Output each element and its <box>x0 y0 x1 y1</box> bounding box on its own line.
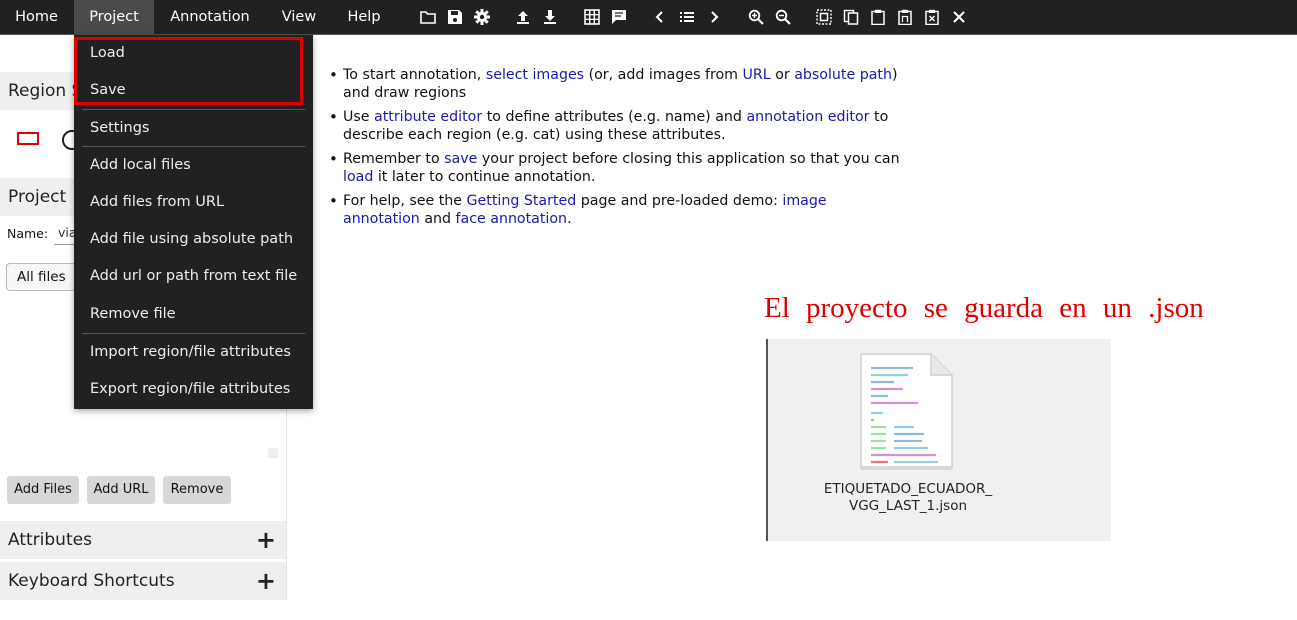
add-files-button[interactable]: Add Files <box>7 476 79 504</box>
select-images-link[interactable]: select images <box>486 67 584 83</box>
menu-project[interactable]: Project <box>74 0 154 35</box>
chevron-left-icon[interactable] <box>652 9 668 25</box>
menu-item-add-url-from-text-file[interactable]: Add url or path from text file <box>74 258 313 294</box>
help-text: and <box>424 211 452 227</box>
project-menu-dropdown: Load Save Settings Add local files Add f… <box>74 35 313 409</box>
save-icon[interactable] <box>447 9 463 25</box>
menu-home[interactable]: Home <box>0 0 73 35</box>
zoom-out-icon[interactable] <box>775 9 791 25</box>
paste-icon[interactable] <box>870 9 886 25</box>
add-url-button[interactable]: Add URL <box>87 476 155 504</box>
help-text: (or, add images from <box>588 67 738 83</box>
help-text: For help, see the <box>343 193 463 209</box>
menu-item-export-attributes[interactable]: Export region/file attributes <box>74 371 313 407</box>
download-icon[interactable] <box>542 9 558 25</box>
menu-annotation[interactable]: Annotation <box>156 0 264 35</box>
paste-special-icon[interactable] <box>897 9 913 25</box>
settings-icon[interactable] <box>474 9 490 25</box>
menu-item-add-local-files[interactable]: Add local files <box>74 147 313 183</box>
face-annotation-link[interactable]: face annotation <box>456 211 568 227</box>
url-link[interactable]: URL <box>743 67 771 83</box>
load-link[interactable]: load <box>343 169 373 185</box>
upload-icon[interactable] <box>515 9 531 25</box>
help-text: page and pre-loaded demo: <box>580 193 778 209</box>
help-text: . <box>567 211 572 227</box>
list-item: For help, see the Getting Started page a… <box>329 192 904 228</box>
keyboard-shortcuts-panel-title: Keyboard Shortcuts <box>8 571 175 591</box>
help-text: to define attributes (e.g. name) and <box>486 109 742 125</box>
rectangle-shape-icon[interactable] <box>17 132 39 145</box>
help-text: To start annotation, <box>343 67 482 83</box>
attributes-expand-icon[interactable]: + <box>256 521 276 559</box>
help-text: Remember to <box>343 151 440 167</box>
json-file-icon[interactable] <box>858 351 955 472</box>
getting-started-list: To start annotation, select images (or, … <box>329 66 904 234</box>
menu-item-import-attributes[interactable]: Import region/file attributes <box>74 334 313 370</box>
menu-item-load[interactable]: Load <box>74 35 313 71</box>
menu-help[interactable]: Help <box>334 0 394 35</box>
help-text: or <box>775 67 790 83</box>
attribute-editor-link[interactable]: attribute editor <box>374 109 482 125</box>
copy-icon[interactable] <box>843 9 859 25</box>
grid-icon[interactable] <box>584 9 600 25</box>
attributes-panel-title: Attributes <box>8 530 92 550</box>
select-all-icon[interactable] <box>816 9 832 25</box>
folder-open-icon[interactable] <box>420 9 436 25</box>
keyboard-shortcuts-panel[interactable]: Keyboard Shortcuts + <box>0 562 286 600</box>
menu-item-remove-file[interactable]: Remove file <box>74 296 313 332</box>
help-text: it later to continue annotation. <box>377 169 596 185</box>
zoom-in-icon[interactable] <box>748 9 764 25</box>
scrollbar-corner <box>268 448 278 458</box>
menu-item-add-files-from-url[interactable]: Add files from URL <box>74 184 313 220</box>
top-menubar: Home Project Annotation View Help <box>0 0 1297 35</box>
project-name-label: Name: <box>7 226 49 241</box>
chevron-right-icon[interactable] <box>706 9 722 25</box>
menu-item-settings[interactable]: Settings <box>74 110 313 146</box>
menu-item-save[interactable]: Save <box>74 72 313 108</box>
remove-button[interactable]: Remove <box>163 476 231 504</box>
keyboard-shortcuts-expand-icon[interactable]: + <box>256 562 276 600</box>
save-link[interactable]: save <box>444 151 477 167</box>
delete-icon[interactable] <box>924 9 940 25</box>
file-name-line: ETIQUETADO_ECUADOR_ <box>823 481 993 497</box>
comment-icon[interactable] <box>611 9 627 25</box>
list-item: Use attribute editor to define attribute… <box>329 108 904 144</box>
close-icon[interactable] <box>951 9 967 25</box>
help-text: your project before closing this applica… <box>481 151 900 167</box>
list-icon[interactable] <box>679 9 695 25</box>
absolute-path-link[interactable]: absolute path <box>794 67 892 83</box>
file-name-line: VGG_LAST_1.json <box>848 498 968 514</box>
getting-started-link[interactable]: Getting Started <box>467 193 577 209</box>
menu-view[interactable]: View <box>266 0 332 35</box>
menu-item-add-file-absolute-path[interactable]: Add file using absolute path <box>74 221 313 257</box>
overlay-note: El proyecto se guarda en un .json <box>764 292 1204 324</box>
list-item: Remember to save your project before clo… <box>329 150 904 186</box>
annotation-editor-link[interactable]: annotation editor <box>746 109 869 125</box>
list-item: To start annotation, select images (or, … <box>329 66 904 102</box>
attributes-panel[interactable]: Attributes + <box>0 521 286 559</box>
help-text: Use <box>343 109 370 125</box>
file-preview-pane: ETIQUETADO_ECUADOR_ VGG_LAST_1.json <box>766 339 1111 541</box>
file-name-label: ETIQUETADO_ECUADOR_ VGG_LAST_1.json <box>768 481 1048 515</box>
